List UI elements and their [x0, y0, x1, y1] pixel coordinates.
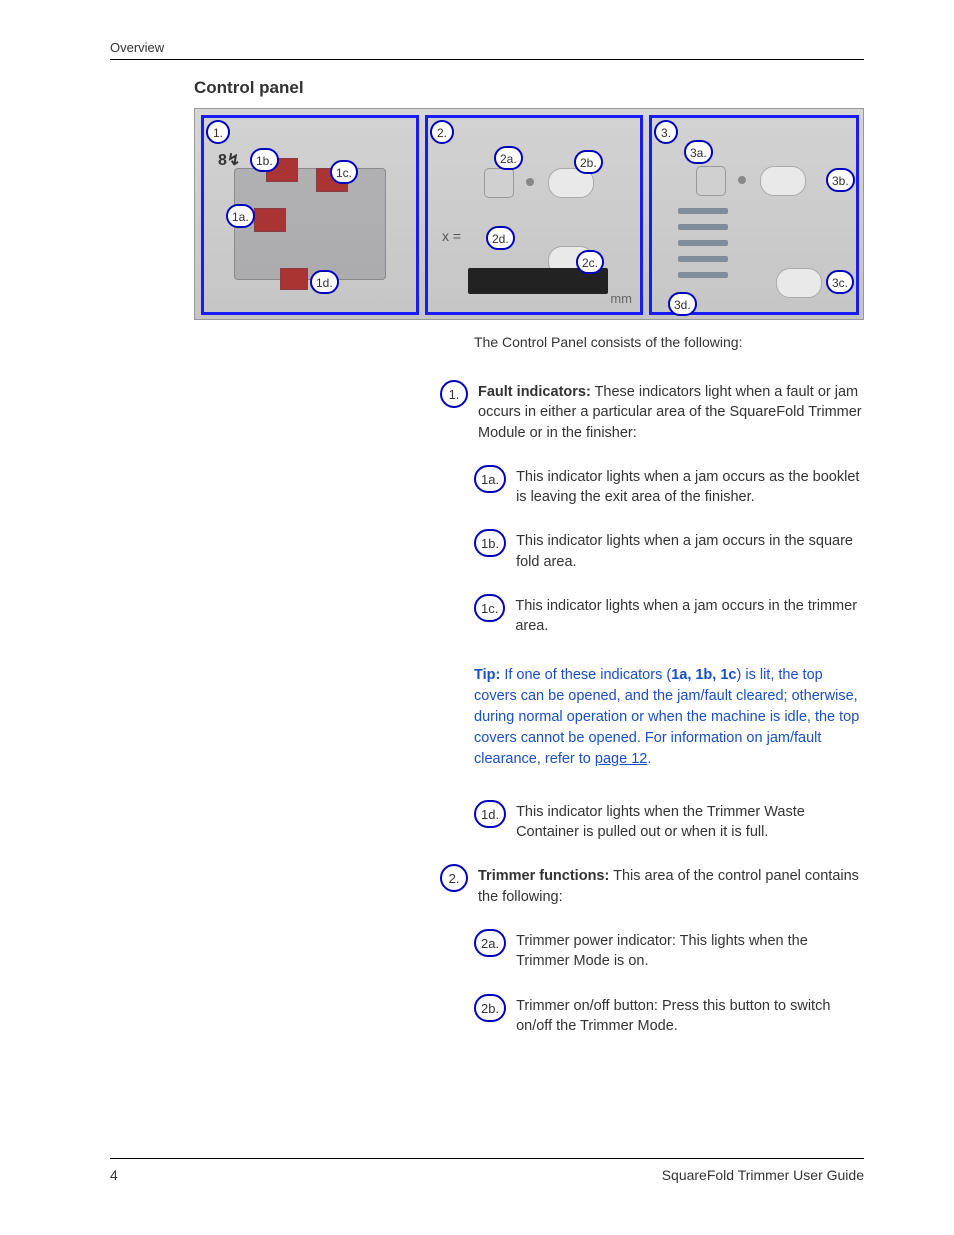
callout-3: 3. [654, 120, 678, 144]
item-1d-text: This indicator lights when the Trimmer W… [516, 800, 864, 843]
callout-1b: 1b. [250, 148, 279, 172]
item-2b: 2b. Trimmer on/off button: Press this bu… [474, 994, 864, 1037]
item-1b: 1b. This indicator lights when a jam occ… [474, 529, 864, 572]
figure-group-3: 3. 3a. 3b. 3c. 3d. [649, 115, 859, 315]
item-2: 2. Trimmer functions: This area of the c… [440, 864, 864, 907]
running-header: Overview [110, 40, 864, 60]
callout-1c: 1c. [330, 160, 358, 184]
page-footer: 4 SquareFold Trimmer User Guide [110, 1158, 864, 1183]
control-panel-figure: 8↯ 1. 1b. 1c. 1a. 1d. x = mm 2. 2a. 2b. … [194, 108, 864, 320]
figure-group-2: x = mm 2. 2a. 2b. 2d. 2c. [425, 115, 643, 315]
callout-2b: 2b. [574, 150, 603, 174]
callout-1: 1. [206, 120, 230, 144]
item-1a: 1a. This indicator lights when a jam occ… [474, 465, 864, 508]
document-title: SquareFold Trimmer User Guide [662, 1167, 864, 1183]
item-2a-number: 2a. [474, 929, 506, 957]
jam-icon: 8↯ [218, 150, 240, 170]
item-1a-number: 1a. [474, 465, 506, 493]
callout-2d: 2d. [486, 226, 515, 250]
callout-2: 2. [430, 120, 454, 144]
item-1a-text: This indicator lights when a jam occurs … [516, 465, 864, 508]
section-title: Control panel [194, 78, 864, 98]
callout-3b: 3b. [826, 168, 855, 192]
callout-3d: 3d. [668, 292, 697, 316]
item-1d: 1d. This indicator lights when the Trimm… [474, 800, 864, 843]
item-1b-number: 1b. [474, 529, 506, 557]
item-1c-text: This indicator lights when a jam occurs … [515, 594, 864, 637]
level-bars-icon [678, 208, 728, 288]
callout-2a: 2a. [494, 146, 523, 170]
item-1d-number: 1d. [474, 800, 506, 828]
item-1-number: 1. [440, 380, 468, 408]
page-number: 4 [110, 1167, 118, 1183]
item-2b-text: Trimmer on/off button: Press this button… [516, 994, 864, 1037]
document-page: Overview Control panel 8↯ 1. 1b. 1c. 1a.… [0, 0, 954, 1235]
mm-label: mm [610, 291, 632, 306]
item-2b-number: 2b. [474, 994, 506, 1022]
intro-text: The Control Panel consists of the follow… [474, 334, 864, 350]
callout-1a: 1a. [226, 204, 255, 228]
item-1c-number: 1c. [474, 594, 505, 622]
item-2a: 2a. Trimmer power indicator: This lights… [474, 929, 864, 972]
item-2-number: 2. [440, 864, 468, 892]
item-2-text: Trimmer functions: This area of the cont… [478, 864, 864, 907]
item-2a-text: Trimmer power indicator: This lights whe… [516, 929, 864, 972]
item-1c: 1c. This indicator lights when a jam occ… [474, 594, 864, 637]
page-12-link[interactable]: page 12 [595, 751, 647, 767]
callout-2c: 2c. [576, 250, 604, 274]
figure-group-1: 8↯ 1. 1b. 1c. 1a. 1d. [201, 115, 419, 315]
item-1b-text: This indicator lights when a jam occurs … [516, 529, 864, 572]
item-1: 1. Fault indicators: These indicators li… [440, 380, 864, 443]
callout-1d: 1d. [310, 270, 339, 294]
item-1-text: Fault indicators: These indicators light… [478, 380, 864, 443]
x-equals-label: x = [442, 228, 461, 244]
tip-note: Tip: If one of these indicators (1a, 1b,… [474, 665, 864, 770]
callout-3a: 3a. [684, 140, 713, 164]
callout-3c: 3c. [826, 270, 854, 294]
